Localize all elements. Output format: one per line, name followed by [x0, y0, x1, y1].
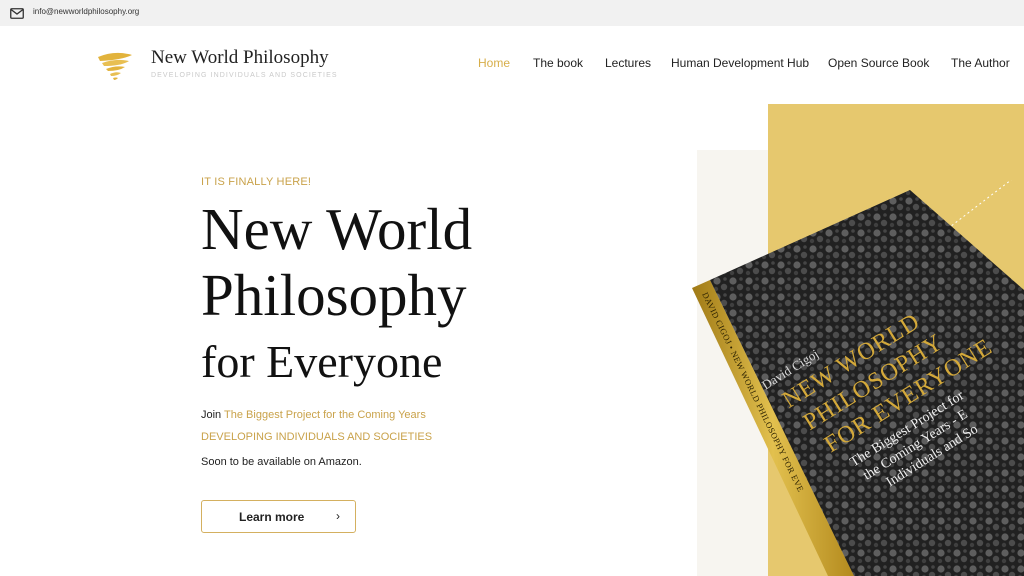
nav-human-development-hub[interactable]: Human Development Hub [671, 56, 809, 70]
site-header: New World Philosophy DEVELOPING INDIVIDU… [0, 26, 1024, 104]
hero-title-line-1: New World [201, 196, 473, 262]
brand-tagline: DEVELOPING INDIVIDUALS AND SOCIETIES [151, 72, 338, 79]
nav-home[interactable]: Home [478, 56, 510, 70]
hero-title-line-3: for Everyone [201, 336, 443, 387]
tornado-logo-icon[interactable] [96, 48, 134, 82]
nav-the-author[interactable]: The Author [951, 56, 1010, 70]
availability-note: Soon to be available on Amazon. [201, 456, 362, 468]
hero-join-text: Join The Biggest Project for the Coming … [201, 409, 426, 421]
chevron-right-icon: › [336, 509, 340, 523]
book-cover-image: David Cigoj NEW WORLD PHILOSOPHY FOR EVE… [692, 180, 1024, 576]
join-project-link[interactable]: The Biggest Project for the Coming Years [224, 409, 426, 421]
brand-name[interactable]: New World Philosophy [151, 47, 329, 69]
nav-open-source-book[interactable]: Open Source Book [828, 56, 929, 70]
nav-the-book[interactable]: The book [533, 56, 583, 70]
hero-tagline: DEVELOPING INDIVIDUALS AND SOCIETIES [201, 431, 433, 443]
top-bar: info@newworldphilosophy.org [0, 0, 1024, 26]
mail-icon [10, 8, 24, 19]
learn-more-label: Learn more [239, 510, 305, 524]
learn-more-button[interactable]: Learn more › [201, 500, 356, 533]
hero-title-line-2: Philosophy [201, 262, 467, 328]
nav-lectures[interactable]: Lectures [605, 56, 651, 70]
hero-eyebrow: IT IS FINALLY HERE! [201, 176, 312, 188]
contact-email-link[interactable]: info@newworldphilosophy.org [33, 7, 139, 16]
join-prefix: Join [201, 409, 222, 421]
